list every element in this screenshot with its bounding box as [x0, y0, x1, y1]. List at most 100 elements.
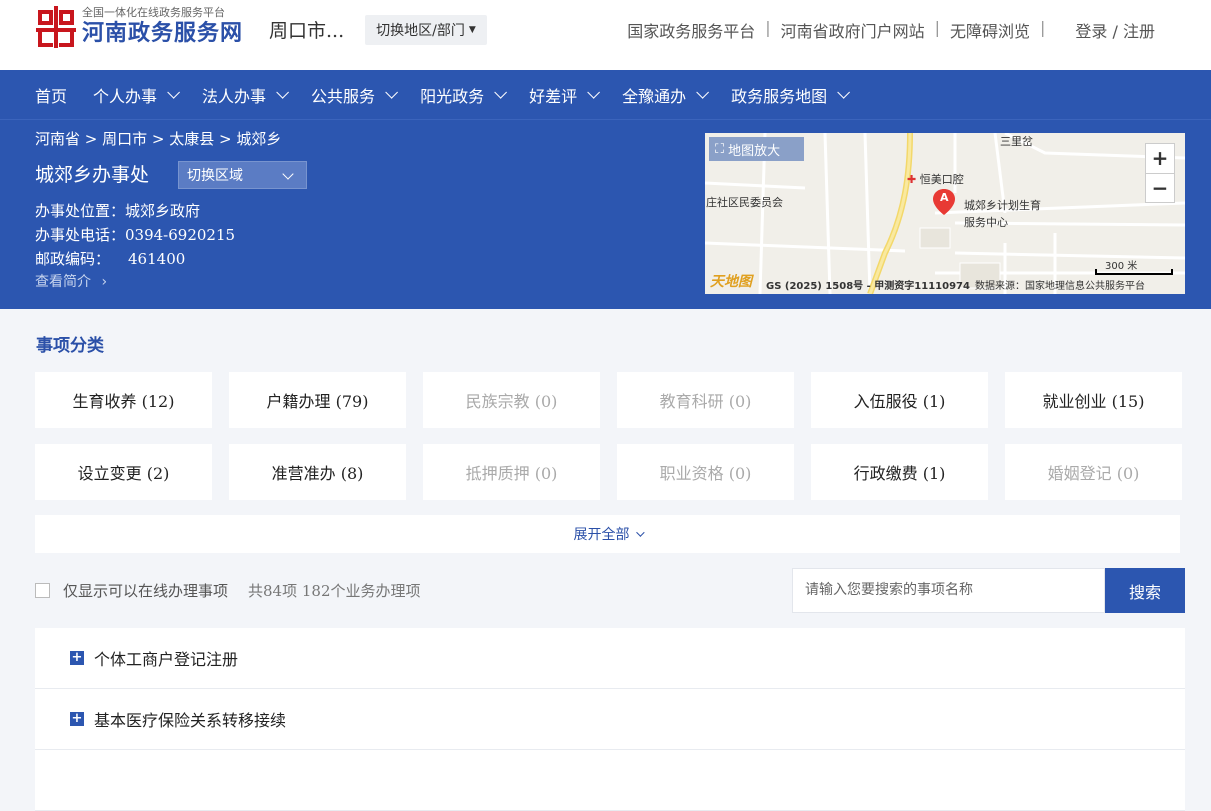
chevron-down-icon: [494, 86, 508, 99]
map-zoom-control: + −: [1145, 143, 1175, 203]
switch-region-label: 切换地区/部门: [376, 23, 465, 39]
map-gs-number: GS (2025) 1508号 - 甲测资字11110974: [766, 281, 970, 292]
switch-area-select[interactable]: 切换区域: [178, 161, 307, 189]
view-intro-label: 查看简介: [35, 274, 91, 290]
chevron-down-icon: [276, 86, 290, 99]
category-item[interactable]: 职业资格 (0): [617, 444, 794, 500]
category-item[interactable]: 设立变更 (2): [35, 444, 212, 500]
nav-province-wide-label: 全豫通办: [622, 86, 687, 106]
switch-region-button[interactable]: 切换地区/部门 ▼: [365, 15, 487, 45]
map-enlarge-button[interactable]: ⛶ 地图放大: [709, 137, 804, 161]
expand-all-button[interactable]: 展开全部: [35, 515, 1180, 553]
list-item[interactable]: [35, 750, 1185, 811]
map-label-center-2: 服务中心: [964, 216, 1008, 229]
list-item-label: 个体工商户登记注册: [94, 650, 239, 669]
item-list: + 个体工商户登记注册 + 基本医疗保险关系转移接续: [35, 628, 1185, 811]
chevron-down-icon: [167, 86, 181, 99]
map-marker-letter: A: [940, 191, 949, 204]
list-item[interactable]: + 个体工商户登记注册: [35, 628, 1185, 689]
map-label-sanlidao: 三里岔: [1000, 135, 1033, 148]
category-item[interactable]: 入伍服役 (1): [811, 372, 988, 428]
map-scale: 300 米: [1105, 261, 1138, 272]
nav-personal-label: 个人办事: [93, 86, 158, 106]
online-only-label[interactable]: 仅显示可以在线办理事项: [63, 580, 228, 601]
chevron-down-icon: [837, 86, 851, 99]
item-count: 共84项 182个业务办理项: [248, 582, 421, 600]
nav-public-service-label: 公共服务: [311, 86, 376, 106]
site-logo[interactable]: 全国一体化在线政务服务平台 河南政务服务网: [36, 6, 243, 48]
category-item[interactable]: 婚姻登记 (0): [1005, 444, 1182, 500]
link-national-platform[interactable]: 国家政务服务平台: [627, 18, 755, 42]
clinic-icon: ✚: [907, 173, 917, 186]
divider: |: [765, 18, 771, 37]
category-item[interactable]: 准营准办 (8): [229, 444, 406, 500]
map-label-clinic: ✚ 恒美口腔: [907, 171, 964, 187]
site-name: 河南政务服务网: [82, 21, 244, 46]
chevron-right-icon: ›: [101, 274, 108, 290]
nav-public-service[interactable]: 公共服务: [311, 83, 399, 107]
filter-bar: 仅显示可以在线办理事项 共84项 182个业务办理项: [35, 580, 421, 601]
postcode-value: 461400: [128, 250, 186, 268]
list-item[interactable]: + 基本医疗保险关系转移接续: [35, 689, 1185, 750]
category-item[interactable]: 行政缴费 (1): [811, 444, 988, 500]
chevron-down-icon: [635, 528, 645, 537]
map-provider-logo: 天地图: [710, 274, 752, 290]
map-data-source: 数据来源：国家地理信息公共服务平台: [975, 281, 1145, 292]
category-section-title: 事项分类: [36, 336, 104, 356]
office-location: 办事处位置：城郊乡政府: [35, 202, 201, 220]
map-label-center-1: 城郊乡计划生育: [964, 199, 1041, 212]
nav-service-map[interactable]: 政务服务地图: [731, 83, 851, 107]
link-henan-portal[interactable]: 河南省政府门户网站: [781, 18, 925, 42]
nav-legal-person[interactable]: 法人办事: [202, 83, 290, 107]
expand-icon: ⛶: [715, 141, 725, 157]
search-button[interactable]: 搜索: [1105, 568, 1185, 613]
category-item[interactable]: 教育科研 (0): [617, 372, 794, 428]
divider: |: [1040, 18, 1046, 37]
nav-home-label: 首页: [35, 86, 68, 106]
office-postcode: 邮政编码： 461400: [35, 248, 185, 269]
office-title: 城郊乡办事处: [35, 164, 150, 186]
chevron-down-icon: [696, 86, 710, 99]
main-nav: 首页 个人办事 法人办事 公共服务 阳光政务 好差评 全豫通办 政务服务地图: [0, 70, 1211, 119]
office-banner: 河南省 > 周口市 > 太康县 > 城郊乡 城郊乡办事处 切换区域 办事处位置：…: [0, 119, 1211, 309]
nav-legal-person-label: 法人办事: [202, 86, 267, 106]
switch-area-label: 切换区域: [187, 168, 243, 184]
office-phone: 办事处电话：0394-6920215: [35, 226, 236, 244]
category-item[interactable]: 生育收养 (12): [35, 372, 212, 428]
zoom-out-button[interactable]: −: [1146, 173, 1174, 202]
map-label-committee: 庄社区民委员会: [706, 196, 783, 209]
chevron-down-icon: [282, 168, 294, 180]
map-enlarge-label: 地图放大: [728, 143, 781, 159]
chevron-down-icon: [385, 86, 399, 99]
view-intro-link[interactable]: 查看简介 ›: [35, 271, 107, 291]
nav-home[interactable]: 首页: [35, 83, 67, 107]
expand-plus-icon[interactable]: +: [70, 651, 84, 665]
nav-evaluation[interactable]: 好差评: [529, 83, 601, 107]
nav-evaluation-label: 好差评: [529, 86, 578, 106]
map-label-clinic-text: 恒美口腔: [919, 173, 964, 186]
nav-personal[interactable]: 个人办事: [93, 83, 181, 107]
nav-open-government[interactable]: 阳光政务: [420, 83, 508, 107]
list-item-label: 基本医疗保险关系转移接续: [94, 711, 287, 730]
category-item[interactable]: 抵押质押 (0): [423, 444, 600, 500]
chevron-down-icon: [587, 86, 601, 99]
nav-province-wide[interactable]: 全豫通办: [622, 83, 710, 107]
category-grid: 生育收养 (12) 户籍办理 (79) 民族宗教 (0) 教育科研 (0) 入伍服役 (…: [35, 372, 1182, 500]
zoom-in-button[interactable]: +: [1146, 144, 1174, 173]
category-item[interactable]: 就业创业 (15): [1005, 372, 1182, 428]
caret-down-icon: ▼: [468, 25, 476, 35]
link-accessibility[interactable]: 无障碍浏览: [950, 18, 1030, 42]
breadcrumb[interactable]: 河南省 > 周口市 > 太康县 > 城郊乡: [35, 128, 281, 149]
expand-plus-icon[interactable]: +: [70, 712, 84, 726]
location-map[interactable]: ⛶ 地图放大 + − 三里岔 ✚ 恒美口腔 庄社区民委员会 A 城郊乡计划生育 服…: [705, 133, 1185, 294]
login-register-link[interactable]: 登录 / 注册: [1075, 18, 1155, 42]
online-only-checkbox[interactable]: [35, 583, 50, 598]
nav-open-government-label: 阳光政务: [420, 86, 485, 106]
category-item[interactable]: 户籍办理 (79): [229, 372, 406, 428]
category-item[interactable]: 民族宗教 (0): [423, 372, 600, 428]
logo-emblem-icon: [36, 6, 76, 48]
nav-service-map-label: 政务服务地图: [731, 86, 828, 106]
site-header: 全国一体化在线政务服务平台 河南政务服务网 周口市... 切换地区/部门 ▼ 国…: [0, 0, 1211, 70]
search-input[interactable]: 请输入您要搜索的事项名称: [792, 568, 1105, 613]
postcode-label: 邮政编码：: [35, 250, 111, 268]
